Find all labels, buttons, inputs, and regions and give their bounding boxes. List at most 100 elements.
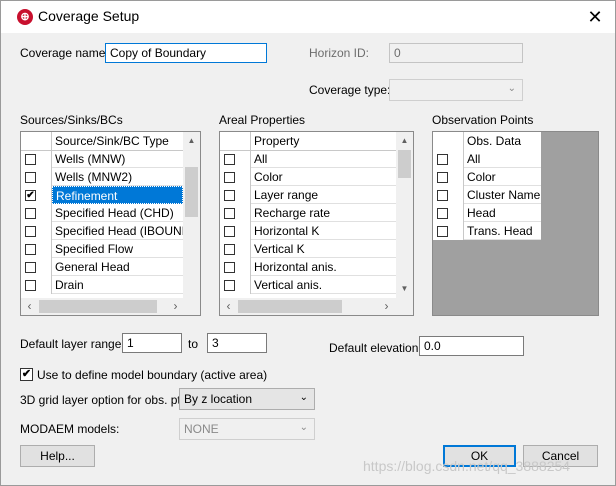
table-row: Vertical anis.: [220, 276, 396, 294]
row-checkbox[interactable]: [437, 226, 448, 237]
row-label[interactable]: Specified Head (IBOUND): [52, 222, 194, 240]
grid-layer-option-select[interactable]: By z location ⌄: [179, 388, 315, 410]
areal-vertical-scrollbar[interactable]: ▲ ▼: [396, 132, 413, 298]
row-checkbox[interactable]: [25, 208, 36, 219]
header-checkbox-column: [21, 132, 52, 150]
row-label[interactable]: Specified Head (CHD): [52, 204, 183, 222]
coverage-setup-dialog: ⊕ Coverage Setup ✕ Coverage name: Copy o…: [0, 0, 616, 486]
sources-grid: Source/Sink/BC Type Wells (MNW) Wells (M…: [20, 131, 201, 316]
row-label[interactable]: General Head: [52, 258, 183, 276]
sources-column-header: Source/Sink/BC Type: [55, 134, 169, 148]
row-label[interactable]: All: [464, 150, 541, 168]
row-label-selected[interactable]: Refinement: [52, 186, 183, 204]
row-checkbox[interactable]: [25, 226, 36, 237]
areal-grid: Property All Color Layer range Recharge …: [219, 131, 414, 316]
checkbox-cell: [433, 204, 464, 222]
scroll-left-icon[interactable]: ‹: [21, 298, 38, 315]
scroll-up-icon[interactable]: ▲: [396, 132, 413, 149]
row-label[interactable]: Wells (MNW2): [52, 168, 183, 186]
row-checkbox[interactable]: [224, 190, 235, 201]
row-label[interactable]: Vertical anis.: [251, 276, 396, 294]
checkbox-cell: [220, 186, 251, 204]
scroll-right-icon[interactable]: ›: [167, 298, 184, 315]
checkbox-cell: [433, 168, 464, 186]
row-checkbox[interactable]: [25, 154, 36, 165]
horizon-id-label: Horizon ID:: [309, 46, 370, 60]
row-checkbox[interactable]: [224, 280, 235, 291]
checkbox-cell: [21, 150, 52, 168]
modaem-select[interactable]: NONE ⌄: [179, 418, 315, 440]
app-logo-icon: ⊕: [17, 9, 33, 25]
row-label[interactable]: Cluster Name: [464, 186, 541, 204]
table-row: Specified Head (CHD): [21, 204, 183, 222]
layer-range-from-input[interactable]: 1: [122, 333, 182, 353]
table-row: Recharge rate: [220, 204, 396, 222]
table-row: Layer range: [220, 186, 396, 204]
row-label[interactable]: Recharge rate: [251, 204, 396, 222]
row-label[interactable]: Color: [251, 168, 396, 186]
scroll-down-icon[interactable]: ▼: [396, 280, 413, 297]
row-checkbox[interactable]: [437, 154, 448, 165]
row-checkbox[interactable]: [224, 226, 235, 237]
row-label[interactable]: All: [251, 150, 396, 168]
scroll-right-icon[interactable]: ›: [378, 298, 395, 315]
checkbox-cell: [433, 150, 464, 168]
row-label[interactable]: Drain: [52, 276, 183, 294]
checkbox-cell: [220, 240, 251, 258]
layer-range-to-input[interactable]: 3: [207, 333, 267, 353]
row-checkbox[interactable]: [437, 172, 448, 183]
areal-horizontal-scrollbar[interactable]: ‹ ›: [220, 298, 413, 315]
areal-grid-header: Property: [220, 132, 396, 151]
horizon-id-input[interactable]: 0: [389, 43, 523, 63]
default-elevation-label: Default elevation:: [329, 341, 422, 355]
table-row: Color: [433, 168, 541, 186]
row-checkbox[interactable]: [224, 208, 235, 219]
row-checkbox[interactable]: [25, 244, 36, 255]
scroll-thumb[interactable]: [185, 167, 198, 217]
observation-grid: Obs. Data All Color Cluster Name Head Tr…: [432, 131, 599, 316]
table-row: ✔ Refinement: [21, 186, 183, 204]
table-row: Specified Flow: [21, 240, 183, 258]
checkbox-cell: [220, 168, 251, 186]
sources-vertical-scrollbar[interactable]: ▲: [183, 132, 200, 298]
header-checkbox-column: [220, 132, 251, 150]
coverage-type-label: Coverage type:: [309, 83, 391, 97]
define-boundary-checkbox[interactable]: ✔: [20, 368, 33, 381]
close-icon[interactable]: ✕: [581, 4, 609, 30]
modaem-label: MODAEM models:: [20, 422, 120, 436]
row-checkbox[interactable]: [25, 280, 36, 291]
row-label[interactable]: Trans. Head: [464, 222, 541, 240]
row-checkbox[interactable]: [224, 172, 235, 183]
row-label[interactable]: Color: [464, 168, 541, 186]
scroll-thumb[interactable]: [238, 300, 342, 313]
row-label[interactable]: Horizontal K: [251, 222, 396, 240]
row-label[interactable]: Head: [464, 204, 541, 222]
row-checkbox[interactable]: [224, 244, 235, 255]
row-label[interactable]: Layer range: [251, 186, 396, 204]
table-row: All: [220, 150, 396, 168]
row-checkbox[interactable]: [25, 172, 36, 183]
coverage-name-input[interactable]: Copy of Boundary: [105, 43, 267, 63]
sources-horizontal-scrollbar[interactable]: ‹ ›: [21, 298, 200, 315]
grid-layer-option-value: By z location: [184, 392, 253, 406]
row-checkbox[interactable]: [25, 262, 36, 273]
row-checkbox[interactable]: [437, 208, 448, 219]
default-elevation-input[interactable]: 0.0: [419, 336, 524, 356]
table-row: All: [433, 150, 541, 168]
row-checkbox[interactable]: ✔: [25, 190, 36, 201]
checkbox-cell: [21, 222, 52, 240]
checkbox-cell: [433, 222, 464, 240]
row-label[interactable]: Horizontal anis.: [251, 258, 396, 276]
row-label[interactable]: Specified Flow: [52, 240, 183, 258]
scroll-thumb[interactable]: [39, 300, 157, 313]
scroll-left-icon[interactable]: ‹: [220, 298, 237, 315]
row-label[interactable]: Wells (MNW): [52, 150, 183, 168]
row-label[interactable]: Vertical K: [251, 240, 396, 258]
help-button[interactable]: Help...: [20, 445, 95, 467]
row-checkbox[interactable]: [224, 262, 235, 273]
scroll-up-icon[interactable]: ▲: [183, 132, 200, 149]
coverage-type-select[interactable]: ⌄: [389, 79, 523, 101]
scroll-thumb[interactable]: [398, 150, 411, 178]
row-checkbox[interactable]: [224, 154, 235, 165]
row-checkbox[interactable]: [437, 190, 448, 201]
